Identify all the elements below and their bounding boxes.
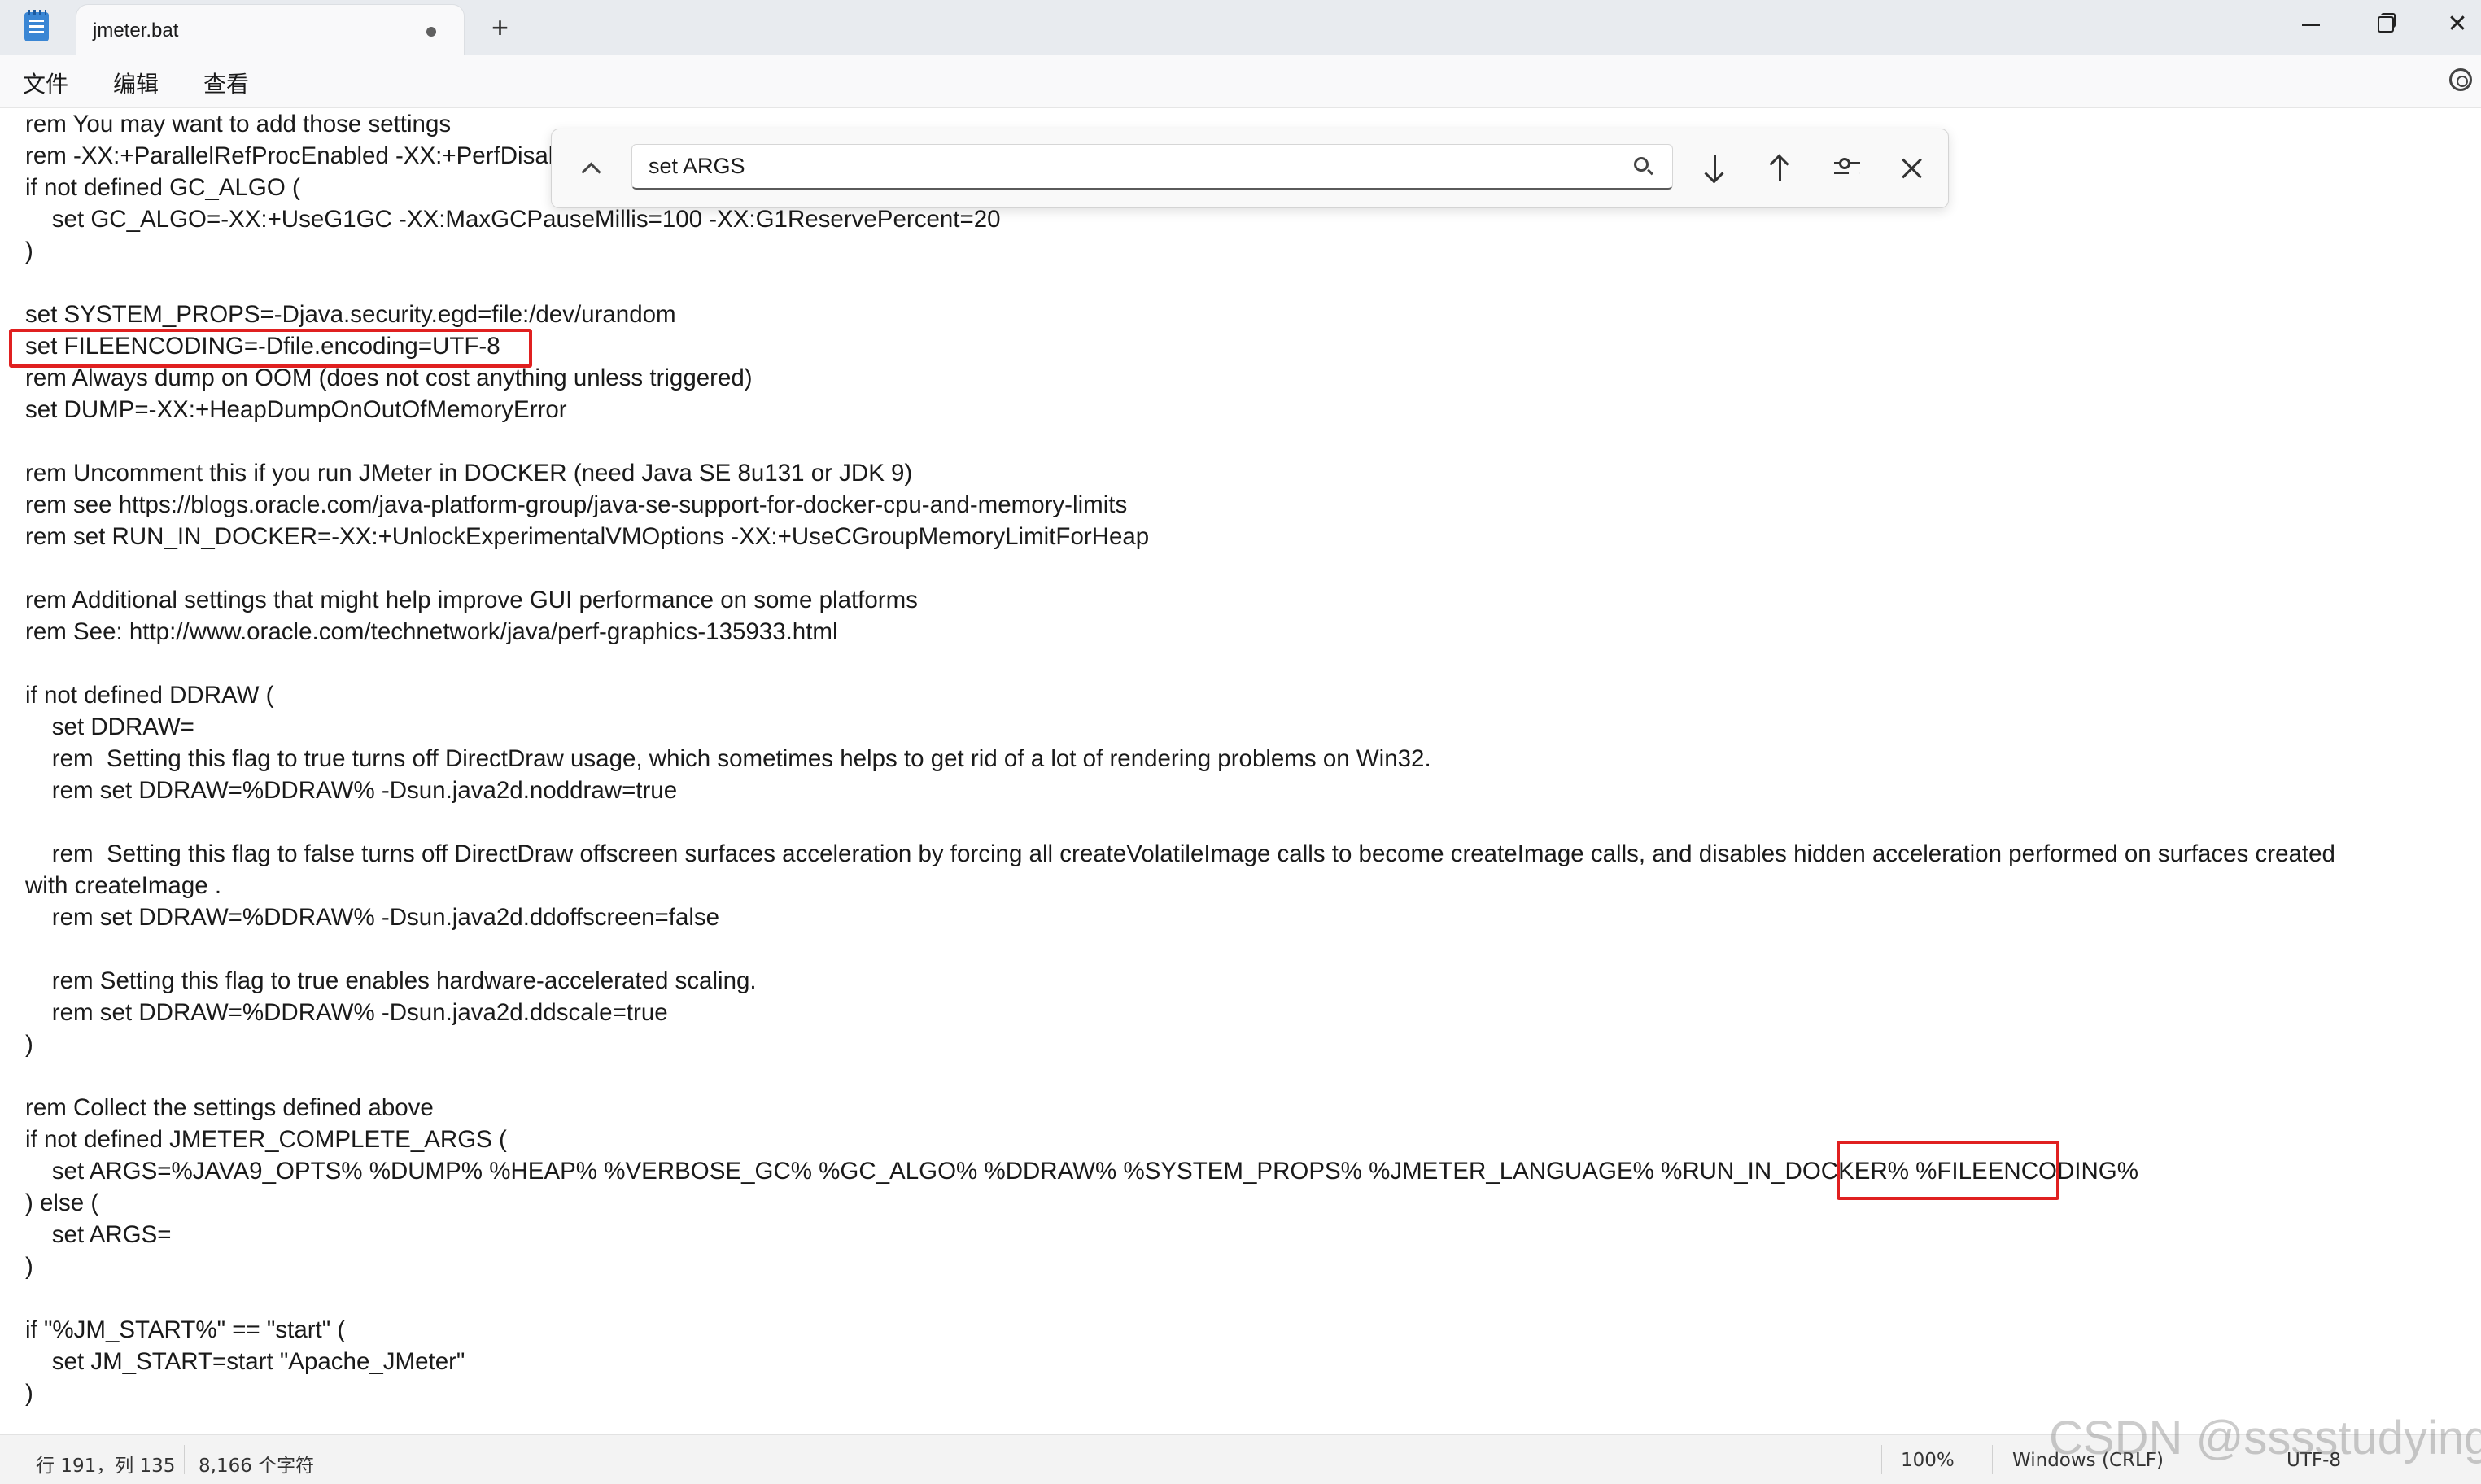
editor-line: rem Setting this flag to true turns off … [25, 745, 1431, 772]
zoom-level[interactable]: 100% [1901, 1450, 1955, 1471]
editor-line: rem see https://blogs.oracle.com/java-pl… [25, 491, 1128, 518]
editor-line: rem See: http://www.oracle.com/technetwo… [25, 618, 838, 645]
find-options-button[interactable] [1828, 149, 1867, 188]
tab-title: jmeter.bat [93, 20, 179, 41]
editor-line: set ARGS=%JAVA9_OPTS% %DUMP% %HEAP% %VER… [25, 1158, 2138, 1185]
menu-edit[interactable]: 编辑 [113, 67, 159, 99]
editor-line: if not defined GC_ALGO ( [25, 174, 300, 201]
status-divider [184, 1445, 185, 1474]
editor-line: rem Setting this flag to false turns off… [25, 840, 2335, 867]
editor-line: set JM_START=start "Apache_JMeter" [25, 1348, 465, 1375]
editor-line: set SYSTEM_PROPS=-Djava.security.egd=fil… [25, 301, 676, 328]
title-bar: jmeter.bat + ✕ [0, 0, 2481, 55]
editor-line: set DDRAW= [25, 714, 194, 740]
status-divider [1992, 1445, 1993, 1474]
editor-line: if not defined JMETER_COMPLETE_ARGS ( [25, 1126, 507, 1153]
highlight-box-fileencoding-def [9, 329, 532, 368]
minimize-icon[interactable] [2287, 7, 2335, 42]
tab-jmeter-bat[interactable]: jmeter.bat [76, 5, 464, 55]
maximize-icon[interactable] [2360, 7, 2409, 42]
menu-bar: 文件 编辑 查看 [0, 55, 2481, 108]
menu-view[interactable]: 查看 [203, 67, 249, 99]
cursor-position: 行 191，列 135 [36, 1456, 176, 1477]
editor-line: rem You may want to add those settings [25, 111, 452, 137]
new-tab-button[interactable]: + [491, 11, 509, 44]
editor-line: if "%JM_START%" == "start" ( [25, 1316, 346, 1343]
chevron-up-icon[interactable] [573, 151, 609, 186]
find-panel [551, 129, 1949, 208]
editor-line: ) [25, 1031, 33, 1058]
find-previous-button[interactable] [1761, 149, 1800, 188]
editor-line: ) [25, 1253, 33, 1280]
highlight-box-fileencoding-usage [1837, 1141, 2059, 1200]
editor-line: with createImage . [25, 872, 222, 899]
editor-line: rem Collect the settings defined above [25, 1094, 434, 1121]
watermark: CSDN @sssstudying [2049, 1412, 2481, 1464]
editor-line: set ARGS= [25, 1221, 172, 1248]
editor-line: rem set DDRAW=%DDRAW% -Dsun.java2d.ddoff… [25, 904, 720, 931]
editor-line: set DUMP=-XX:+HeapDumpOnOutOfMemoryError [25, 396, 567, 423]
editor-line: rem set DDRAW=%DDRAW% -Dsun.java2d.noddr… [25, 777, 678, 804]
unsaved-dot-icon[interactable] [426, 27, 436, 37]
editor-line: ) [25, 1380, 33, 1407]
find-next-button[interactable] [1696, 149, 1735, 188]
search-icon[interactable] [1634, 157, 1649, 172]
text-editor[interactable]: rem You may want to add those settings r… [0, 108, 2481, 1434]
editor-line: rem set DDRAW=%DDRAW% -Dsun.java2d.ddsca… [25, 999, 668, 1026]
status-divider [1881, 1445, 1882, 1474]
find-input[interactable] [631, 144, 1673, 190]
char-count: 8,166 个字符 [199, 1456, 315, 1477]
editor-line: rem Setting this flag to true enables ha… [25, 967, 757, 994]
close-icon[interactable]: ✕ [2433, 7, 2481, 42]
menu-file[interactable]: 文件 [23, 67, 68, 99]
editor-line: rem set RUN_IN_DOCKER=-XX:+UnlockExperim… [25, 523, 1150, 550]
editor-line: ) [25, 238, 33, 264]
notepad-icon [24, 10, 49, 41]
editor-line: if not defined DDRAW ( [25, 682, 274, 709]
gear-icon[interactable] [2449, 68, 2472, 91]
editor-line: ) else ( [25, 1189, 99, 1216]
editor-line: rem Additional settings that might help … [25, 587, 918, 613]
editor-line: rem Uncomment this if you run JMeter in … [25, 460, 913, 487]
find-close-button[interactable] [1893, 149, 1932, 188]
